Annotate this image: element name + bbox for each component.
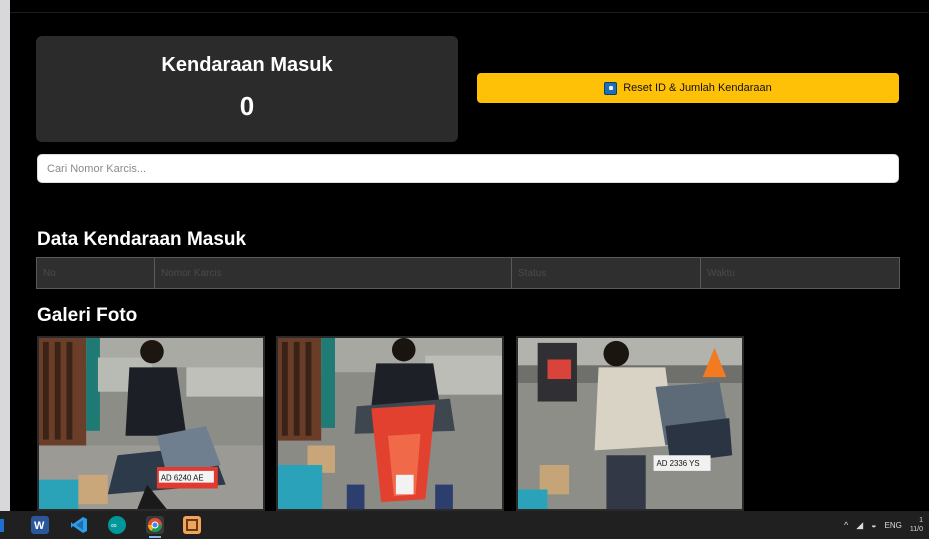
- ticket-search-input[interactable]: [37, 154, 899, 183]
- column-header-time: Waktu: [700, 257, 900, 289]
- browser-top-edge: [10, 0, 929, 13]
- chrome-icon[interactable]: [146, 516, 164, 538]
- clock-date: 11/0: [909, 526, 923, 533]
- svg-text:W: W: [34, 520, 45, 532]
- vehicle-counter-card: Kendaraan Masuk 0: [36, 36, 458, 142]
- motorcycle-photo-3: AD 2336 YS: [518, 338, 742, 509]
- gallery-photo[interactable]: [276, 336, 504, 511]
- reset-id-count-button[interactable]: Reset ID & Jumlah Kendaraan: [477, 73, 899, 103]
- column-header-no: No: [36, 257, 155, 289]
- motorcycle-photo-2: [278, 338, 502, 509]
- gallery-section-title: Galeri Foto: [37, 305, 138, 326]
- system-tray: ^ ◢ ◒ ENG 1 11/0: [844, 511, 929, 539]
- column-header-status: Status: [511, 257, 701, 289]
- word-icon[interactable]: W: [31, 516, 49, 534]
- gallery-photo[interactable]: AD 6240 AE: [37, 336, 265, 511]
- language-indicator[interactable]: ENG: [885, 521, 902, 530]
- arduino-icon[interactable]: ∞: [108, 516, 126, 534]
- app-screen: Kendaraan Masuk 0 Reset ID & Jumlah Kend…: [0, 0, 929, 539]
- app-icon[interactable]: [183, 516, 201, 534]
- windows-taskbar: W ∞ ^ ◢ ◒ ENG 1 11/0: [0, 511, 929, 539]
- table-header-row: No Nomor Karcis Status Waktu: [36, 257, 900, 289]
- clock-time: 1: [919, 517, 923, 524]
- data-section-title: Data Kendaraan Masuk: [37, 229, 247, 250]
- column-header-ticket-number: Nomor Karcis: [154, 257, 512, 289]
- vehicle-data-table: No Nomor Karcis Status Waktu: [36, 257, 900, 289]
- gallery-photo[interactable]: AD 2336 YS: [516, 336, 744, 511]
- square-icon: [604, 81, 618, 95]
- counter-title: Kendaraan Masuk: [161, 54, 333, 76]
- reset-button-label: Reset ID & Jumlah Kendaraan: [623, 82, 772, 94]
- clock[interactable]: 1 11/0: [910, 516, 923, 534]
- photo-3-plate-text: AD 2336 YS: [657, 459, 700, 468]
- start-edge-icon[interactable]: [0, 519, 4, 532]
- motorcycle-photo-1: AD 6240 AE: [39, 338, 263, 509]
- counter-value: 0: [239, 91, 255, 121]
- window-frame-edge: [0, 0, 10, 511]
- wifi-icon[interactable]: ◒: [871, 520, 876, 530]
- vscode-icon[interactable]: [70, 516, 88, 534]
- svg-text:∞: ∞: [111, 521, 117, 530]
- network-icon[interactable]: ◢: [856, 520, 863, 531]
- chevron-up-icon[interactable]: ^: [844, 520, 848, 530]
- photo-1-plate-text: AD 6240 AE: [161, 474, 204, 483]
